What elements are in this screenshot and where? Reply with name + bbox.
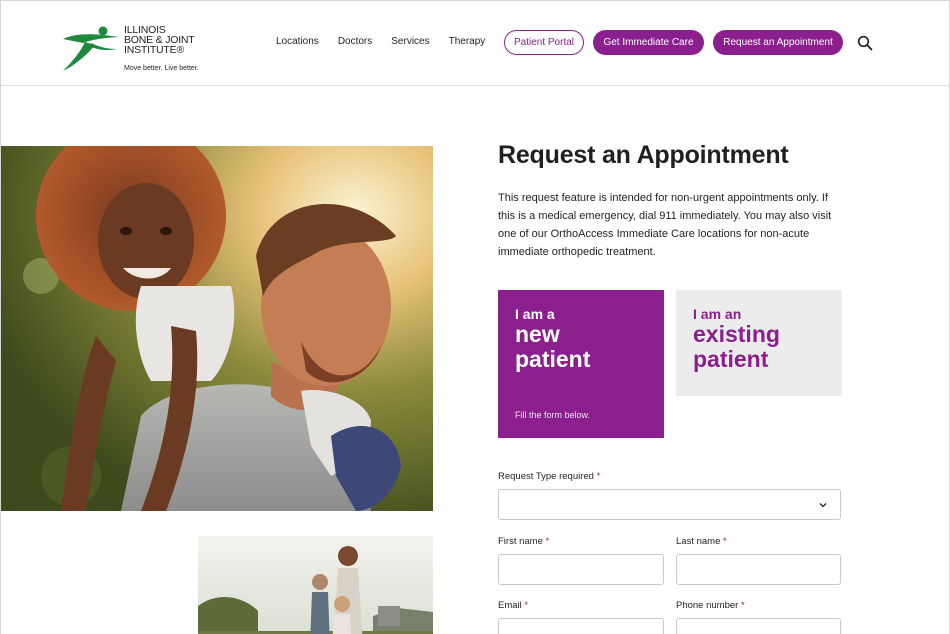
logo-line-3: INSTITUTE® (124, 44, 184, 56)
search-icon[interactable] (857, 35, 873, 51)
page-frame: ILLINOIS BONE & JOINT INSTITUTE® Move be… (0, 0, 950, 634)
new-patient-line-1: new (515, 321, 560, 347)
required-mark: * (545, 536, 550, 547)
logo-tagline: Move better. Live better. (124, 65, 199, 72)
existing-patient-card[interactable]: I am an existing patient (676, 290, 842, 396)
new-patient-line-2: patient (515, 346, 591, 372)
nav-item-services[interactable]: Services (391, 36, 429, 47)
logo[interactable]: ILLINOIS BONE & JOINT INSTITUTE® Move be… (61, 23, 221, 77)
site-header: ILLINOIS BONE & JOINT INSTITUTE® Move be… (1, 1, 949, 86)
new-patient-card[interactable]: I am a new patient Fill the form below. (498, 290, 664, 438)
main-nav: Locations Doctors Services Therapy (276, 36, 504, 47)
last-name-label-text: Last name (676, 536, 721, 547)
request-type-select[interactable] (498, 489, 841, 520)
hero-photo (1, 146, 433, 511)
immediate-care-button[interactable]: Get Immediate Care (593, 30, 704, 55)
email-input[interactable] (498, 618, 664, 634)
request-type-label-text: Request Type required (498, 471, 594, 482)
required-mark: * (740, 600, 745, 611)
required-mark: * (524, 600, 529, 611)
last-name-label: Last name * (676, 536, 727, 547)
required-mark: * (596, 471, 601, 482)
phone-input[interactable] (676, 618, 841, 634)
page-title: Request an Appointment (498, 141, 789, 169)
existing-patient-line-2: patient (693, 346, 769, 372)
new-patient-prefix: I am a (515, 306, 555, 322)
intro-text: This request feature is intended for non… (498, 192, 832, 258)
request-type-label: Request Type required * (498, 471, 600, 482)
last-name-input[interactable] (676, 554, 841, 585)
new-patient-title: new patient (515, 322, 590, 372)
request-appointment-button[interactable]: Request an Appointment (713, 30, 843, 55)
patient-portal-button[interactable]: Patient Portal (504, 30, 584, 55)
first-name-label: First name * (498, 536, 549, 547)
family-photo (198, 536, 433, 634)
logo-figure-icon (63, 26, 119, 71)
required-mark: * (723, 536, 727, 547)
chevron-down-icon (819, 503, 827, 508)
phone-label: Phone number * (676, 600, 745, 611)
existing-patient-line-1: existing (693, 321, 780, 347)
first-name-label-text: First name (498, 536, 543, 547)
nav-item-doctors[interactable]: Doctors (338, 36, 372, 47)
email-label: Email * (498, 600, 528, 611)
first-name-input[interactable] (498, 554, 664, 585)
existing-patient-prefix: I am an (693, 306, 742, 322)
phone-label-text: Phone number (676, 600, 739, 611)
email-label-text: Email (498, 600, 522, 611)
existing-patient-title: existing patient (693, 322, 780, 372)
nav-item-locations[interactable]: Locations (276, 36, 319, 47)
new-patient-note: Fill the form below. (515, 410, 591, 420)
nav-item-therapy[interactable]: Therapy (449, 36, 486, 47)
